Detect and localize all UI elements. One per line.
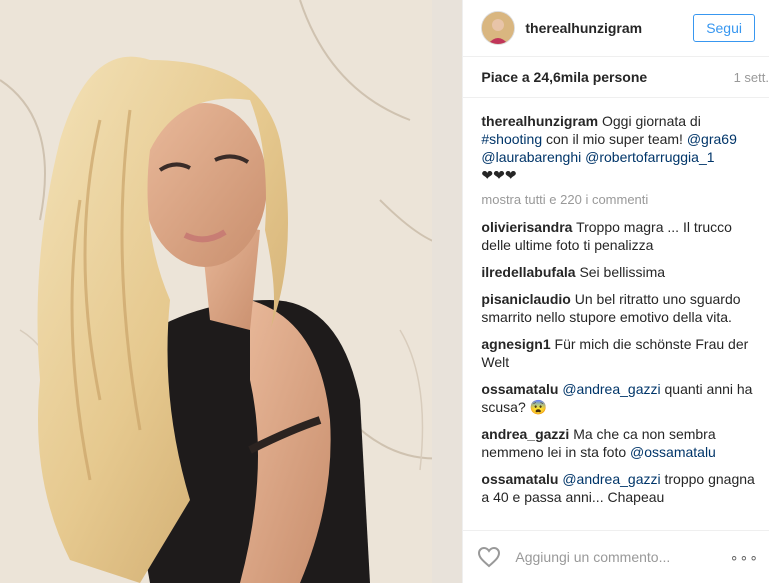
- comment-item: olivierisandra Troppo magra ... Il trucc…: [481, 218, 759, 254]
- caption-mention-3[interactable]: @robertofarruggia_1: [585, 149, 714, 165]
- likes-count[interactable]: Piace a 24,6mila persone: [481, 69, 647, 85]
- comment-username[interactable]: ilredellabufala: [481, 264, 575, 280]
- caption-username[interactable]: therealhunzigram: [481, 113, 598, 129]
- comment-mention[interactable]: @andrea_gazzi: [562, 381, 660, 397]
- comment-item: ossamatalu @andrea_gazzi quanti anni ha …: [481, 380, 759, 416]
- caption-text-1: Oggi giornata di: [601, 113, 701, 129]
- comment-item: pisaniclaudio Un bel ritratto uno sguard…: [481, 290, 759, 326]
- caption-hearts: ❤❤❤: [481, 167, 517, 183]
- comment-item: ilredellabufala Sei bellissima: [481, 263, 759, 281]
- comments-list: therealhunzigram Oggi giornata di #shoot…: [463, 98, 769, 506]
- comment-username[interactable]: ossamatalu: [481, 381, 558, 397]
- caption-hashtag[interactable]: #shooting: [481, 131, 542, 147]
- comment-username[interactable]: ossamatalu: [481, 471, 558, 487]
- comment-bar: ∘∘∘: [463, 530, 769, 583]
- comment-item: agnesign1 Für mich die schönste Frau der…: [481, 335, 759, 371]
- comment-item: ossamatalu @andrea_gazzi troppo gnagna a…: [481, 470, 759, 506]
- comment-mention[interactable]: @andrea_gazzi: [562, 471, 660, 487]
- add-comment-input[interactable]: [513, 548, 730, 566]
- comment-username[interactable]: olivierisandra: [481, 219, 572, 235]
- comment-mention[interactable]: @ossamatalu: [630, 444, 716, 460]
- comment-username[interactable]: agnesign1: [481, 336, 550, 352]
- comment-item: andrea_gazzi Ma che ca non sembra nemmen…: [481, 425, 759, 461]
- post-header: therealhunzigram Segui: [463, 0, 769, 57]
- post-photo[interactable]: [0, 0, 463, 583]
- follow-button[interactable]: Segui: [693, 14, 755, 42]
- comment-text: Sei bellissima: [579, 264, 666, 280]
- post-time[interactable]: 1 sett.: [734, 70, 769, 85]
- caption: therealhunzigram Oggi giornata di #shoot…: [481, 112, 759, 184]
- more-options-icon[interactable]: ∘∘∘: [730, 549, 759, 566]
- avatar-image: [482, 12, 515, 44]
- instagram-post: therealhunzigram Segui Piace a 24,6mila …: [0, 0, 769, 583]
- heart-icon[interactable]: [477, 546, 501, 568]
- caption-mention-2[interactable]: @laurabarenghi: [481, 149, 581, 165]
- comment-username[interactable]: andrea_gazzi: [481, 426, 569, 442]
- caption-mention-1[interactable]: @gra69: [687, 131, 737, 147]
- comment-username[interactable]: pisaniclaudio: [481, 291, 570, 307]
- post-sidebar: therealhunzigram Segui Piace a 24,6mila …: [462, 0, 769, 583]
- caption-text-2: con il mio super team!: [546, 131, 683, 147]
- avatar[interactable]: [481, 11, 516, 45]
- show-all-comments-link[interactable]: mostra tutti e 220 i commenti: [481, 191, 759, 209]
- likes-row: Piace a 24,6mila persone 1 sett.: [463, 57, 769, 98]
- header-username[interactable]: therealhunzigram: [525, 20, 693, 36]
- portrait-image: [0, 0, 463, 583]
